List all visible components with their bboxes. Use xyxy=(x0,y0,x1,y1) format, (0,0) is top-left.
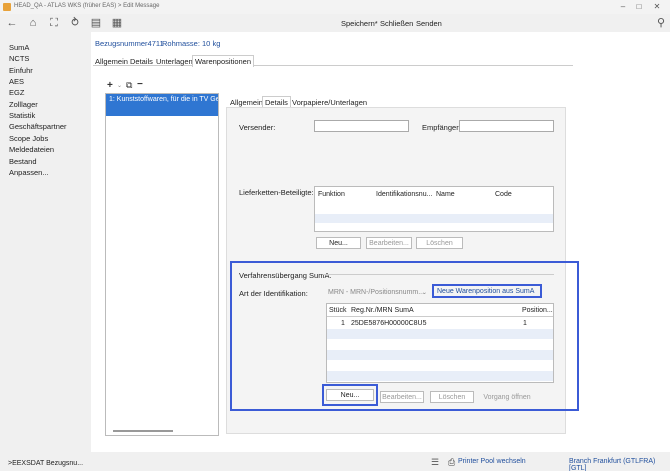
remove-icon[interactable]: − xyxy=(137,79,143,90)
send-menu[interactable]: Senden xyxy=(416,19,442,28)
sender-label: Versender: xyxy=(239,123,276,132)
add-icon[interactable]: + xyxy=(107,80,113,91)
suma-row-pos: 1 xyxy=(523,320,527,327)
copy-icon[interactable]: ⧉ xyxy=(126,80,132,91)
sidebar-item-geschaeftspartner[interactable]: Geschäftspartner xyxy=(9,122,67,131)
table-row xyxy=(327,371,553,381)
back-arrow-icon[interactable]: ← xyxy=(5,16,19,30)
status-left: >EEXSDAT Bezugsnu... xyxy=(8,460,84,467)
open-procedure-button[interactable]: Vorgang öffnen xyxy=(481,391,533,403)
table-row xyxy=(327,350,553,360)
share-icon[interactable]: ⥁ xyxy=(68,16,82,30)
table-row xyxy=(315,214,553,223)
window-title: HEAD_QA - ATLAS WKS (früher EAS) > Edit … xyxy=(14,3,160,9)
positions-list xyxy=(105,93,219,436)
suma-new-button[interactable]: Neu... xyxy=(326,389,374,401)
gross-mass: Rohmasse: 10 kg xyxy=(162,39,221,48)
suma-col-qty: Stück xyxy=(329,307,347,314)
sidebar-item-suma[interactable]: SumA xyxy=(9,43,29,52)
new-pos-from-suma-button[interactable]: Neue Warenposition aus SumA xyxy=(437,288,534,295)
sidebar-item-einfuhr[interactable]: Einfuhr xyxy=(9,66,33,75)
suma-edit-button[interactable]: Bearbeiten... xyxy=(380,391,424,403)
sidebar-item-statistik[interactable]: Statistik xyxy=(9,111,35,120)
position-item-1[interactable]: 1: Kunststoffwaren, für die in TV Gen xyxy=(106,94,218,116)
branch-link[interactable]: Branch Frankfurt (GTLFRA) [GTL] xyxy=(569,458,670,471)
tab-unterlagen[interactable]: Unterlagen xyxy=(154,56,195,67)
maximize-button[interactable]: □ xyxy=(632,2,646,12)
tab-details[interactable]: Details xyxy=(128,56,155,67)
notes-icon[interactable]: ☰ xyxy=(431,457,439,468)
tab-allgemein[interactable]: Allgemein xyxy=(93,56,130,67)
suma-row-qty: 1 xyxy=(341,320,345,327)
suma-row-mrn: 25DE5876H00000C8U5 xyxy=(351,320,427,327)
supply-edit-button[interactable]: Bearbeiten... xyxy=(366,237,412,249)
receiver-field[interactable] xyxy=(459,120,554,132)
suma-legend-line xyxy=(323,274,554,275)
suma-col-pos: Position... xyxy=(522,307,553,314)
supply-col-ident: Identifikationsnu... xyxy=(376,191,433,198)
close-menu[interactable]: Schließen xyxy=(380,19,413,28)
list-scrollbar[interactable] xyxy=(113,430,173,432)
suma-col-mrn: Reg.Nr./MRN SumA xyxy=(351,307,414,314)
receiver-label: Empfänger: xyxy=(422,123,461,132)
sidebar-item-anpassen[interactable]: Anpassen... xyxy=(9,168,49,177)
supply-delete-button[interactable]: Löschen xyxy=(416,237,463,249)
sidebar-item-meldedateien[interactable]: Meldedateien xyxy=(9,145,54,154)
supply-new-button[interactable]: Neu... xyxy=(316,237,361,249)
fullscreen-icon[interactable]: ⛶ xyxy=(47,16,61,30)
suma-header-divider xyxy=(327,316,553,317)
supply-chain-label: Lieferketten-Beteiligte: xyxy=(239,188,314,197)
sidebar-item-bestand[interactable]: Bestand xyxy=(9,157,37,166)
printer-icon[interactable]: ⎙ xyxy=(448,457,455,468)
sidebar-item-scope-jobs[interactable]: Scope Jobs xyxy=(9,134,48,143)
printer-pool-link[interactable]: Printer Pool wechseln xyxy=(458,458,526,465)
tab-warenpositionen[interactable]: Warenpositionen xyxy=(192,55,255,67)
close-window-button[interactable]: ✕ xyxy=(650,2,664,12)
table-row xyxy=(327,329,553,339)
home-icon[interactable]: ⌂ xyxy=(26,16,40,30)
supply-col-name: Name xyxy=(436,191,455,198)
sidebar-item-egz[interactable]: EGZ xyxy=(9,88,24,97)
reference-number: Bezugsnummer4711 xyxy=(95,39,164,48)
supply-chain-table[interactable] xyxy=(314,186,554,232)
ident-type-label: Art der Identifikation: xyxy=(239,289,308,298)
sender-field[interactable] xyxy=(314,120,409,132)
chevron-down-icon[interactable]: ⌄ xyxy=(117,82,122,89)
ident-type-select[interactable]: MRN - MRN-/Positionsnumm... xyxy=(328,289,424,296)
app-icon xyxy=(3,3,11,11)
inbox-icon[interactable]: ▤ xyxy=(89,16,103,30)
supply-col-funktion: Funktion xyxy=(318,191,345,198)
minimize-button[interactable]: – xyxy=(616,2,630,12)
sidebar-item-aes[interactable]: AES xyxy=(9,77,24,86)
search-icon[interactable]: ⚲ xyxy=(654,16,668,30)
suma-legend: Verfahrensübergang SumA: xyxy=(239,271,332,280)
suma-delete-button[interactable]: Löschen xyxy=(430,391,474,403)
save-menu[interactable]: Speichern* xyxy=(341,19,378,28)
calculator-icon[interactable]: ▦ xyxy=(110,16,124,30)
sidebar-item-ncts[interactable]: NCTS xyxy=(9,54,29,63)
select-chevron-icon[interactable]: ⌄ xyxy=(422,289,427,296)
supply-col-code: Code xyxy=(495,191,512,198)
sidebar-item-zolllager[interactable]: Zolllager xyxy=(9,100,38,109)
